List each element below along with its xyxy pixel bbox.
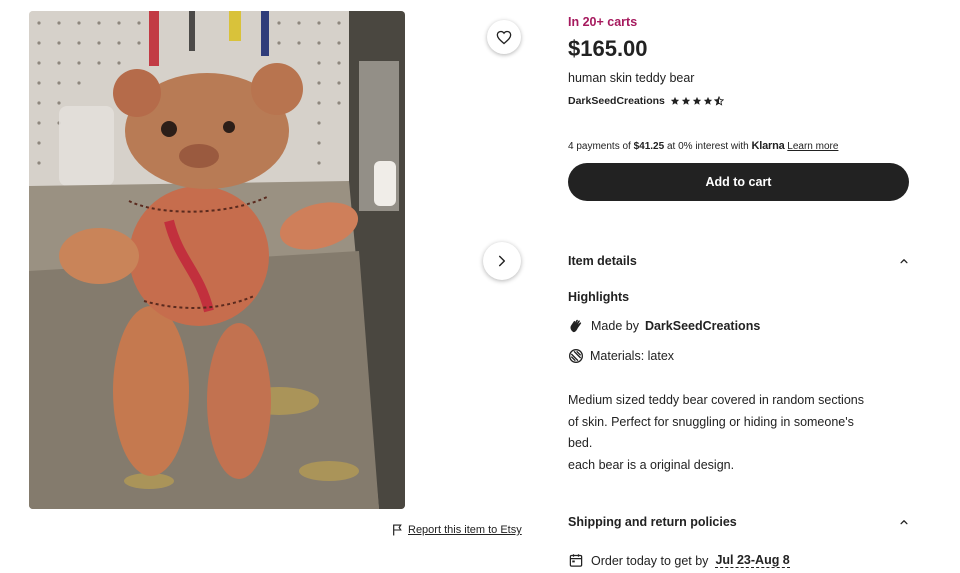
delivery-estimate: Order today to get by Jul 23-Aug 8 xyxy=(568,553,790,568)
report-item-label[interactable]: Report this item to Etsy xyxy=(408,524,522,536)
payments-prefix: 4 payments of xyxy=(568,141,631,152)
materials-row: Materials: latex xyxy=(568,348,674,364)
description-line: of skin. Perfect for snuggling or hiding… xyxy=(568,414,854,429)
heart-icon xyxy=(496,30,512,44)
materials-text: Materials: latex xyxy=(590,349,675,363)
payment-amount: $41.25 xyxy=(633,141,665,152)
item-details-heading: Item details xyxy=(568,254,637,268)
hand-wave-icon xyxy=(570,319,582,333)
klarna-payments-line: 4 payments of $41.25 at 0% interest with… xyxy=(568,140,838,152)
flag-icon xyxy=(393,524,402,536)
description-line: each bear is a original design. xyxy=(568,457,735,472)
order-prefix: Order today to get by xyxy=(591,553,709,568)
shipping-policies-toggle[interactable]: Shipping and return policies xyxy=(568,515,909,529)
made-by-prefix: Made by xyxy=(591,319,639,333)
star-icon xyxy=(681,96,691,105)
description-line: Medium sized teddy bear covered in rando… xyxy=(568,393,864,407)
shipping-heading: Shipping and return policies xyxy=(568,515,737,529)
teddy-bear-photo xyxy=(29,11,405,509)
materials-icon xyxy=(569,349,583,363)
klarna-logo: Klarna xyxy=(751,140,785,152)
star-icon xyxy=(670,96,680,105)
report-item-link[interactable]: Report this item to Etsy xyxy=(392,524,522,536)
listing-title: human skin teddy bear xyxy=(568,71,695,85)
made-by-shop-link[interactable]: DarkSeedCreations xyxy=(645,319,760,333)
payments-middle: at 0% interest with xyxy=(666,141,749,152)
price: $165.00 xyxy=(568,36,648,61)
listing-photo[interactable] xyxy=(29,11,405,509)
rating-stars[interactable] xyxy=(670,96,724,106)
shop-rating-row: DarkSeedCreations xyxy=(568,95,724,107)
item-description: Medium sized teddy bear covered in rando… xyxy=(568,390,913,476)
carts-badge: In 20+ carts xyxy=(568,15,638,29)
description-line: bed. xyxy=(568,436,593,450)
chevron-up-icon xyxy=(900,520,908,525)
chevron-right-icon xyxy=(498,255,506,267)
next-image-button[interactable] xyxy=(483,242,521,280)
half-star-icon xyxy=(713,96,724,106)
learn-more-link[interactable]: Learn more xyxy=(787,141,838,152)
made-by-row: Made by DarkSeedCreations xyxy=(568,318,760,334)
item-details-toggle[interactable]: Item details xyxy=(568,254,909,268)
star-icon xyxy=(703,96,713,105)
star-icon xyxy=(692,96,702,105)
favorite-button[interactable] xyxy=(487,20,521,54)
add-to-cart-button[interactable]: Add to cart xyxy=(568,163,909,201)
calendar-icon xyxy=(569,554,583,567)
shop-name-link[interactable]: DarkSeedCreations xyxy=(568,95,665,107)
delivery-date-range[interactable]: Jul 23-Aug 8 xyxy=(715,553,790,568)
highlights-heading: Highlights xyxy=(568,290,630,304)
chevron-up-icon xyxy=(900,259,908,264)
